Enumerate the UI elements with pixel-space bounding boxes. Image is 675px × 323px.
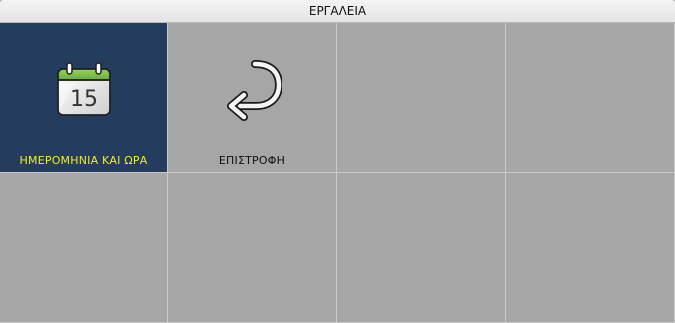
calendar-day-number: 15 [70,87,98,112]
tile-date-time[interactable]: 15 ΗΜΕΡΟΜΗΝΙΑ ΚΑΙ ΩΡΑ [0,23,168,173]
tile-empty[interactable] [0,173,168,323]
tile-empty[interactable] [337,23,506,173]
tile-empty[interactable] [337,173,506,323]
tile-empty[interactable] [506,173,675,323]
return-arrow-icon [222,59,284,121]
window-title: ΕΡΓΑΛΕΙΑ [0,0,675,23]
tile-label: ΕΠΙΣΤΡΟΦΗ [218,154,286,167]
tile-empty[interactable] [168,173,337,323]
tile-empty[interactable] [506,23,675,173]
tile-grid: 15 ΗΜΕΡΟΜΗΝΙΑ ΚΑΙ ΩΡΑ ΕΠΙΣΤΡΟΦΗ [0,23,675,323]
tile-label: ΗΜΕΡΟΜΗΝΙΑ ΚΑΙ ΩΡΑ [19,154,148,167]
calendar-icon: 15 [54,59,114,121]
tile-return[interactable]: ΕΠΙΣΤΡΟΦΗ [168,23,337,173]
app-window: ΕΡΓΑΛΕΙΑ 15 ΗΜΕΡΟΜΗΝΙΑ ΚΑΙ ΩΡΑ ΕΠΙΣΤΡΟΦΗ [0,0,675,323]
